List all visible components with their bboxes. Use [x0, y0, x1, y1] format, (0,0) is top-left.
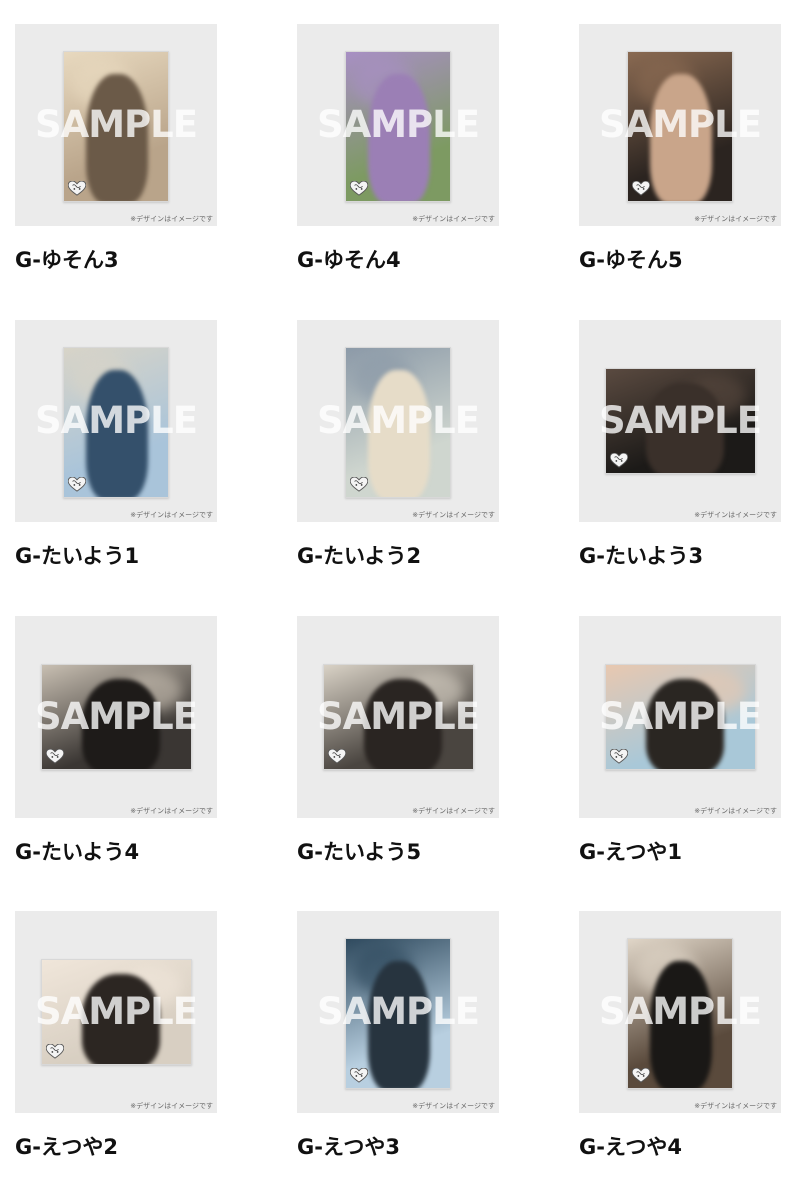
product-photo — [345, 347, 451, 498]
product-photo — [345, 938, 451, 1089]
product-card[interactable]: SAMPLE ※デザインはイメージです G-えつや2 — [15, 911, 217, 1166]
design-disclaimer-note: ※デザインはイメージです — [130, 807, 213, 815]
product-card[interactable]: SAMPLE ※デザインはイメージです G-ゆそん4 — [297, 24, 499, 279]
design-disclaimer-note: ※デザインはイメージです — [412, 1102, 495, 1110]
product-label[interactable]: G-たいよう1 — [15, 543, 139, 569]
product-thumbnail[interactable]: SAMPLE ※デザインはイメージです — [15, 320, 217, 522]
product-photo — [605, 368, 756, 474]
photo-subject — [650, 74, 712, 201]
heart-logo-icon — [349, 180, 369, 196]
product-card[interactable]: SAMPLE ※デザインはイメージです G-たいよう5 — [297, 616, 499, 871]
heart-logo-icon — [349, 476, 369, 492]
product-thumbnail[interactable]: SAMPLE ※デザインはイメージです — [15, 24, 217, 226]
product-label[interactable]: G-ゆそん4 — [297, 247, 401, 273]
product-thumbnail[interactable]: SAMPLE ※デザインはイメージです — [579, 911, 781, 1113]
design-disclaimer-note: ※デザインはイメージです — [694, 807, 777, 815]
heart-logo-icon — [67, 476, 87, 492]
product-photo — [605, 664, 756, 770]
product-photo — [627, 51, 733, 202]
design-disclaimer-note: ※デザインはイメージです — [694, 1102, 777, 1110]
photo-subject — [82, 679, 160, 769]
product-label[interactable]: G-たいよう3 — [579, 543, 703, 569]
photo-subject — [86, 74, 148, 201]
product-label[interactable]: G-たいよう5 — [297, 839, 421, 865]
product-grid: SAMPLE ※デザインはイメージです G-ゆそん3 SAMPLE ※デザインはイメージ… — [0, 0, 795, 1200]
product-label[interactable]: G-えつや4 — [579, 1134, 682, 1160]
product-photo — [323, 664, 474, 770]
heart-logo-icon — [631, 180, 651, 196]
product-photo — [63, 51, 169, 202]
product-photo — [41, 664, 192, 770]
heart-logo-icon — [45, 748, 65, 764]
design-disclaimer-note: ※デザインはイメージです — [130, 1102, 213, 1110]
product-label[interactable]: G-たいよう2 — [297, 543, 421, 569]
design-disclaimer-note: ※デザインはイメージです — [130, 511, 213, 519]
product-thumbnail[interactable]: SAMPLE ※デザインはイメージです — [15, 616, 217, 818]
product-photo — [627, 938, 733, 1089]
heart-logo-icon — [67, 180, 87, 196]
photo-subject — [368, 370, 430, 497]
product-thumbnail[interactable]: SAMPLE ※デザインはイメージです — [15, 911, 217, 1113]
product-label[interactable]: G-たいよう4 — [15, 839, 139, 865]
design-disclaimer-note: ※デザインはイメージです — [412, 807, 495, 815]
product-photo — [345, 51, 451, 202]
product-label[interactable]: G-えつや1 — [579, 839, 682, 865]
photo-subject — [86, 370, 148, 497]
heart-logo-icon — [609, 452, 629, 468]
product-thumbnail[interactable]: SAMPLE ※デザインはイメージです — [297, 320, 499, 522]
heart-logo-icon — [45, 1043, 65, 1059]
product-thumbnail[interactable]: SAMPLE ※デザインはイメージです — [579, 616, 781, 818]
design-disclaimer-note: ※デザインはイメージです — [412, 511, 495, 519]
heart-logo-icon — [349, 1067, 369, 1083]
design-disclaimer-note: ※デザインはイメージです — [412, 215, 495, 223]
photo-subject — [364, 679, 442, 769]
photo-subject — [650, 961, 712, 1088]
product-photo — [41, 959, 192, 1065]
heart-logo-icon — [327, 748, 347, 764]
product-card[interactable]: SAMPLE ※デザインはイメージです G-えつや4 — [579, 911, 781, 1166]
product-label[interactable]: G-ゆそん5 — [579, 247, 683, 273]
product-card[interactable]: SAMPLE ※デザインはイメージです G-ゆそん3 — [15, 24, 217, 279]
product-photo — [63, 347, 169, 498]
heart-logo-icon — [631, 1067, 651, 1083]
photo-subject — [646, 679, 724, 769]
design-disclaimer-note: ※デザインはイメージです — [694, 511, 777, 519]
product-thumbnail[interactable]: SAMPLE ※デザインはイメージです — [297, 911, 499, 1113]
product-card[interactable]: SAMPLE ※デザインはイメージです G-ゆそん5 — [579, 24, 781, 279]
photo-subject — [368, 74, 430, 201]
photo-subject — [82, 974, 160, 1064]
product-thumbnail[interactable]: SAMPLE ※デザインはイメージです — [297, 616, 499, 818]
product-thumbnail[interactable]: SAMPLE ※デザインはイメージです — [579, 320, 781, 522]
heart-logo-icon — [609, 748, 629, 764]
product-card[interactable]: SAMPLE ※デザインはイメージです G-たいよう3 — [579, 320, 781, 575]
design-disclaimer-note: ※デザインはイメージです — [130, 215, 213, 223]
product-label[interactable]: G-ゆそん3 — [15, 247, 119, 273]
design-disclaimer-note: ※デザインはイメージです — [694, 215, 777, 223]
photo-subject — [646, 383, 724, 473]
product-label[interactable]: G-えつや3 — [297, 1134, 400, 1160]
product-label[interactable]: G-えつや2 — [15, 1134, 118, 1160]
product-card[interactable]: SAMPLE ※デザインはイメージです G-えつや3 — [297, 911, 499, 1166]
product-card[interactable]: SAMPLE ※デザインはイメージです G-たいよう2 — [297, 320, 499, 575]
product-thumbnail[interactable]: SAMPLE ※デザインはイメージです — [579, 24, 781, 226]
product-card[interactable]: SAMPLE ※デザインはイメージです G-たいよう4 — [15, 616, 217, 871]
product-card[interactable]: SAMPLE ※デザインはイメージです G-たいよう1 — [15, 320, 217, 575]
product-thumbnail[interactable]: SAMPLE ※デザインはイメージです — [297, 24, 499, 226]
photo-subject — [368, 961, 430, 1088]
product-card[interactable]: SAMPLE ※デザインはイメージです G-えつや1 — [579, 616, 781, 871]
